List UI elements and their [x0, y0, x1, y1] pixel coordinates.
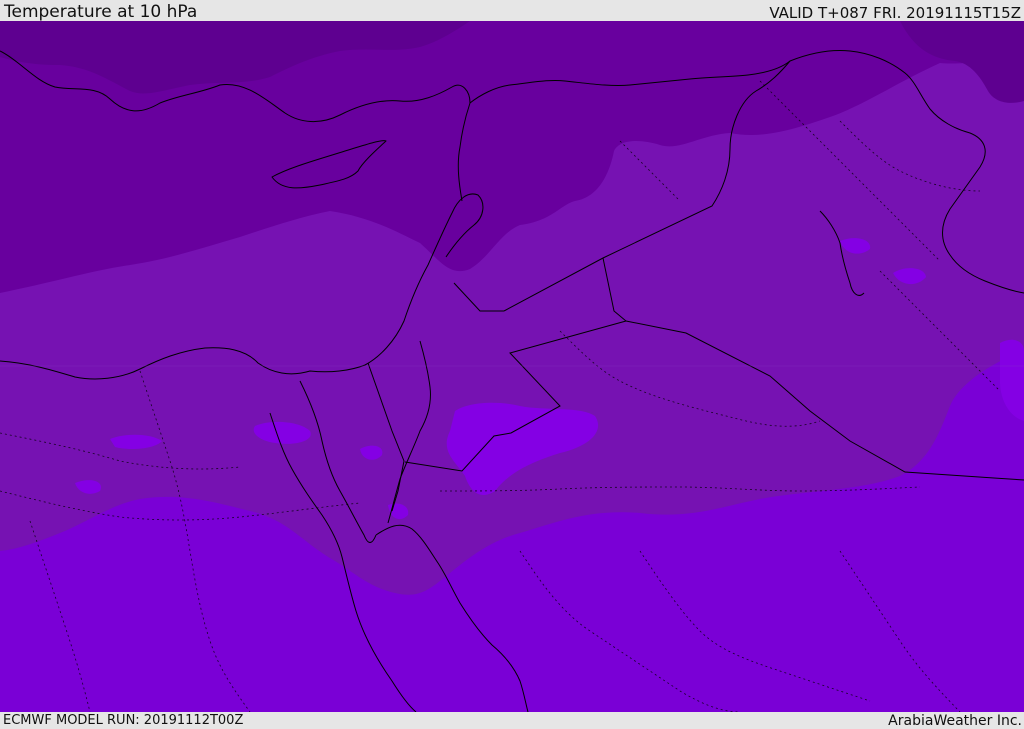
valid-time: VALID T+087 FRI. 20191115T15Z — [769, 4, 1021, 22]
model-run: ECMWF MODEL RUN: 20191112T00Z — [3, 713, 244, 728]
footer-bar: ECMWF MODEL RUN: 20191112T00Z ArabiaWeat… — [0, 712, 1024, 729]
credit: ArabiaWeather Inc. — [888, 713, 1022, 729]
weather-map — [0, 21, 1024, 712]
map-title: Temperature at 10 hPa — [4, 2, 198, 22]
header-bar: Temperature at 10 hPa VALID T+087 FRI. 2… — [0, 0, 1024, 22]
